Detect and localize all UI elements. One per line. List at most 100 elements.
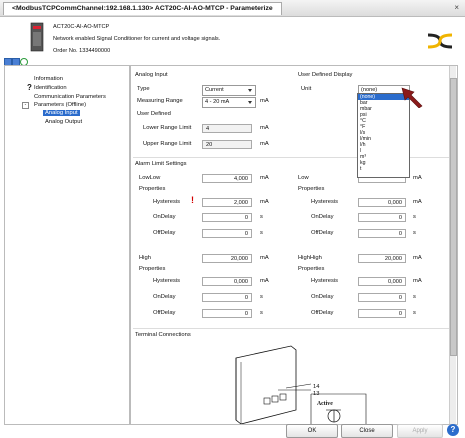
type-label: Type: [137, 86, 150, 92]
highhigh-field[interactable]: 20,000: [358, 254, 406, 263]
high-offdelay-label: OffDelay: [153, 310, 176, 316]
lower-range-field[interactable]: 4: [202, 124, 252, 133]
highhigh-ondelay-field[interactable]: 0: [358, 293, 406, 302]
highhigh-offdelay-label: OffDelay: [311, 310, 334, 316]
terminal-pin-14: 14: [313, 384, 320, 390]
low-ondelay-label: OnDelay: [311, 214, 334, 220]
highhigh-hysteresis-field[interactable]: 0,000: [358, 277, 406, 286]
tree-item-identification[interactable]: Identification: [34, 85, 67, 91]
display-title: User Defined Display: [298, 72, 353, 78]
highhigh-offdelay-unit: s: [413, 310, 416, 316]
high-offdelay-unit: s: [260, 310, 263, 316]
lowlow-hysteresis-label: Hysteresis: [153, 199, 181, 205]
active-label: Active: [317, 401, 333, 407]
lowlow-hysteresis-unit: mA: [260, 199, 269, 205]
high-label: High: [139, 255, 151, 261]
alarm-title: Alarm Limit Settings: [135, 161, 187, 167]
terminal-diagram: [216, 338, 376, 424]
high-hysteresis-field[interactable]: 0,000: [202, 277, 252, 286]
lowlow-offdelay-unit: s: [260, 230, 263, 236]
scrollbar-thumb[interactable]: [450, 78, 457, 356]
high-ondelay-label: OnDelay: [153, 294, 176, 300]
lowlow-ondelay-unit: s: [260, 214, 263, 220]
low-label: Low: [298, 175, 309, 181]
lower-range-label: Lower Range Limit: [143, 125, 192, 131]
high-unit: mA: [260, 255, 269, 261]
ok-button[interactable]: OK: [286, 424, 338, 438]
lowlow-properties-label: Properties: [139, 186, 166, 192]
upper-range-field[interactable]: 20: [202, 140, 252, 149]
toolbar: [4, 58, 28, 66]
low-offdelay-unit: s: [413, 230, 416, 236]
tree-item-analog-output[interactable]: Analog Output: [45, 119, 82, 125]
tree-item-parameters[interactable]: Parameters (Offline): [34, 102, 86, 108]
lowlow-label: LowLow: [139, 175, 161, 181]
pointer-arrow-icon: [400, 86, 424, 109]
lower-range-unit: mA: [260, 125, 269, 131]
panel-scrollbar[interactable]: [449, 66, 457, 424]
analog-input-title: Analog Input: [135, 72, 168, 78]
unit-option[interactable]: t: [358, 166, 409, 172]
high-properties-label: Properties: [139, 266, 166, 272]
divider: [133, 328, 451, 329]
low-ondelay-unit: s: [413, 214, 416, 220]
close-button[interactable]: Close: [341, 424, 393, 438]
title-bar: <ModbusTCPCommChannel:192.168.1.130> ACT…: [0, 0, 465, 17]
low-ondelay-field[interactable]: 0: [358, 213, 406, 222]
help-button[interactable]: ?: [447, 424, 459, 436]
lowlow-field[interactable]: 4,000: [202, 174, 252, 183]
low-properties-label: Properties: [298, 186, 325, 192]
low-offdelay-label: OffDelay: [311, 230, 334, 236]
terminal-pin-13: 13: [313, 391, 320, 397]
highhigh-ondelay-unit: s: [413, 294, 416, 300]
highhigh-ondelay-label: OnDelay: [311, 294, 334, 300]
low-hysteresis-label: Hysteresis: [311, 199, 339, 205]
high-hysteresis-unit: mA: [260, 278, 269, 284]
high-hysteresis-label: Hysteresis: [153, 278, 181, 284]
chevron-down-icon: [248, 89, 252, 92]
highhigh-unit: mA: [413, 255, 422, 261]
lowlow-ondelay-label: OnDelay: [153, 214, 176, 220]
collapse-node-icon[interactable]: -: [22, 102, 29, 109]
weidmueller-logo: [426, 31, 454, 51]
low-hysteresis-field[interactable]: 0,000: [358, 198, 406, 207]
tree-item-communication[interactable]: Communication Parameters: [34, 94, 106, 100]
user-defined-label: User Defined: [137, 111, 171, 117]
device-description: Network enabled Signal Conditioner for c…: [53, 36, 221, 42]
low-offdelay-field[interactable]: 0: [358, 229, 406, 238]
help-icon: ?: [27, 83, 32, 92]
lowlow-offdelay-field[interactable]: 0: [202, 229, 252, 238]
high-ondelay-field[interactable]: 0: [202, 293, 252, 302]
highhigh-offdelay-field[interactable]: 0: [358, 309, 406, 318]
order-number: Order No. 1334490000: [53, 48, 111, 54]
high-ondelay-unit: s: [260, 294, 263, 300]
highhigh-hysteresis-unit: mA: [413, 278, 422, 284]
high-offdelay-field[interactable]: 0: [202, 309, 252, 318]
warning-icon: !: [191, 195, 194, 205]
device-name: ACT20C-AI-AO-MTCP: [53, 24, 110, 30]
chevron-down-icon: [248, 101, 252, 104]
upper-range-unit: mA: [260, 141, 269, 147]
high-field[interactable]: 20,000: [202, 254, 252, 263]
highhigh-properties-label: Properties: [298, 266, 325, 272]
terminal-title: Terminal Connections: [135, 332, 191, 338]
unit-label: Unit: [301, 86, 312, 92]
close-icon[interactable]: ×: [454, 3, 459, 12]
range-select[interactable]: 4 - 20 mA: [202, 97, 256, 108]
device-image: [30, 22, 44, 52]
lowlow-offdelay-label: OffDelay: [153, 230, 176, 236]
tree-item-information[interactable]: Information: [34, 76, 63, 82]
upper-range-label: Upper Range Limit: [143, 141, 192, 147]
low-hysteresis-unit: mA: [413, 199, 422, 205]
type-select[interactable]: Current: [202, 85, 256, 96]
range-label: Measuring Range: [137, 98, 183, 104]
window-tab[interactable]: <ModbusTCPCommChannel:192.168.1.130> ACT…: [3, 2, 282, 15]
tree-item-analog-input[interactable]: Analog Input: [43, 110, 80, 116]
navigation-tree: Information ? Identification Communicati…: [4, 65, 130, 425]
lowlow-unit: mA: [260, 175, 269, 181]
lowlow-hysteresis-field[interactable]: 2,000: [202, 198, 252, 207]
low-unit: mA: [413, 175, 422, 181]
apply-button[interactable]: Apply: [397, 424, 443, 438]
lowlow-ondelay-field[interactable]: 0: [202, 213, 252, 222]
highhigh-label: HighHigh: [298, 255, 322, 261]
